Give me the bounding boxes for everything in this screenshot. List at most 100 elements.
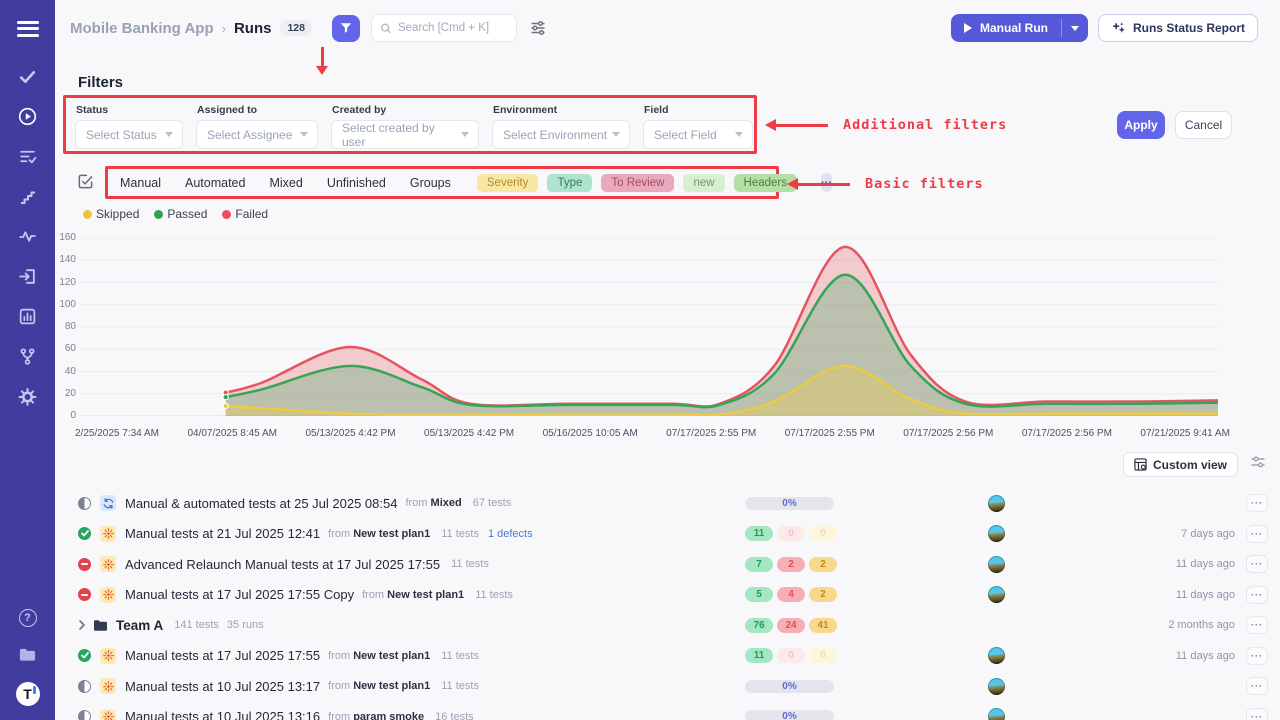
avatar [988, 678, 1005, 695]
chart-x-axis: 2/25/2025 7:34 AM04/07/2025 8:45 AM05/13… [75, 428, 1230, 439]
run-timestamp: 11 days ago [1176, 589, 1235, 601]
filter-funnel-button[interactable] [332, 15, 360, 42]
row-menu-button[interactable]: ··· [1246, 586, 1268, 604]
badge-red-faded: 0 [777, 526, 805, 541]
x-tick-label: 05/16/2025 10:05 AM [543, 428, 638, 439]
row-menu-button[interactable]: ··· [1246, 677, 1268, 695]
run-row[interactable]: Manual tests at 17 Jul 2025 17:55 Copyfr… [55, 580, 1280, 611]
status-select[interactable]: Select Status [75, 120, 183, 149]
manual-run-icon [100, 648, 116, 664]
avatar [988, 556, 1005, 573]
result-badges: 1100 [745, 526, 837, 541]
group-name[interactable]: Team A [116, 618, 163, 633]
row-menu-button[interactable]: ··· [1246, 708, 1268, 720]
environment-select[interactable]: Select Environment [492, 120, 630, 149]
import-icon[interactable] [18, 267, 37, 286]
avatar [988, 495, 1005, 512]
group-row[interactable]: Team A141 tests35 runs7624412 months ago… [55, 610, 1280, 641]
basic-filter-groups[interactable]: Groups [410, 176, 451, 190]
search-box[interactable] [371, 14, 517, 42]
run-name[interactable]: Manual tests at 10 Jul 2025 13:16 [125, 709, 320, 720]
select-placeholder: Select Status [86, 128, 157, 142]
run-row[interactable]: Manual tests at 17 Jul 2025 17:55from Ne… [55, 641, 1280, 672]
row-menu-button[interactable]: ··· [1246, 494, 1268, 512]
x-tick-label: 07/17/2025 2:55 PM [785, 428, 875, 439]
filter-tag-type[interactable]: Type [547, 174, 592, 192]
expand-chevron-icon[interactable] [78, 620, 86, 630]
projects-folder-icon[interactable] [18, 645, 37, 664]
runs-play-icon[interactable] [18, 107, 37, 126]
additional-filters-annotation-box: Status Select Status Assigned to Select … [63, 95, 757, 154]
menu-icon[interactable] [17, 17, 39, 40]
run-name[interactable]: Manual tests at 17 Jul 2025 17:55 Copy [125, 587, 354, 602]
field-select[interactable]: Select Field [643, 120, 753, 149]
apply-button[interactable]: Apply [1117, 111, 1165, 139]
basic-filter-manual[interactable]: Manual [120, 176, 161, 190]
legend-dot [222, 210, 231, 219]
select-runs-icon[interactable] [77, 173, 94, 195]
app-logo[interactable]: T [16, 682, 40, 706]
defects-link[interactable]: 1 defects [488, 528, 533, 540]
run-row[interactable]: Manual & automated tests at 25 Jul 2025 … [55, 488, 1280, 519]
run-row[interactable]: Advanced Relaunch Manual tests at 17 Jul… [55, 549, 1280, 580]
filter-field-environment: Environment Select Environment [492, 103, 630, 151]
breadcrumb-project[interactable]: Mobile Banking App [70, 20, 214, 37]
manual-run-button[interactable]: Manual Run [951, 14, 1088, 42]
x-tick-label: 05/13/2025 4:42 PM [424, 428, 514, 439]
row-menu-button[interactable]: ··· [1246, 555, 1268, 573]
run-timestamp: 11 days ago [1176, 650, 1235, 662]
help-icon[interactable]: ? [19, 609, 37, 627]
row-menu-button[interactable]: ··· [1246, 616, 1268, 634]
settings-gear-icon[interactable] [18, 387, 37, 406]
filter-tag-to-review[interactable]: To Review [601, 174, 674, 192]
basic-filter-unfinished[interactable]: Unfinished [327, 176, 386, 190]
analytics-bar-chart-icon[interactable] [18, 307, 37, 326]
pulse-activity-icon[interactable] [18, 227, 37, 246]
run-name[interactable]: Manual & automated tests at 25 Jul 2025 … [125, 496, 397, 511]
search-input[interactable] [398, 22, 508, 34]
milestones-steps-icon[interactable] [18, 187, 37, 206]
cancel-button[interactable]: Cancel [1175, 111, 1232, 139]
progress-bar: 0% [745, 680, 834, 693]
legend-item-failed[interactable]: Failed [222, 207, 268, 221]
run-name[interactable]: Manual tests at 21 Jul 2025 12:41 [125, 526, 320, 541]
filter-field-created-by: Created by Select created by user [331, 103, 479, 151]
adjustments-sliders-icon[interactable] [530, 20, 546, 36]
run-name[interactable]: Manual tests at 17 Jul 2025 17:55 [125, 648, 320, 663]
avatar [988, 525, 1005, 542]
table-view-icon [1134, 458, 1147, 471]
tests-check-icon[interactable] [18, 67, 37, 86]
filter-tag-severity[interactable]: Severity [477, 174, 539, 192]
badge-green: 76 [745, 618, 773, 633]
result-badges: 1100 [745, 648, 837, 663]
legend-item-passed[interactable]: Passed [154, 207, 207, 221]
badge-red: 2 [777, 557, 805, 572]
created-by-select[interactable]: Select created by user [331, 120, 479, 149]
run-row[interactable]: Manual tests at 10 Jul 2025 13:16from pa… [55, 702, 1280, 720]
run-row[interactable]: Manual tests at 21 Jul 2025 12:41from Ne… [55, 519, 1280, 550]
badge-yellow: 41 [809, 618, 837, 633]
x-tick-label: 07/17/2025 2:56 PM [1022, 428, 1112, 439]
search-icon [380, 22, 392, 35]
branch-pull-request-icon[interactable] [18, 347, 37, 366]
chevron-down-icon [1071, 26, 1079, 31]
view-settings-sliders-icon[interactable] [1250, 455, 1266, 474]
run-source: from New test plan1 [328, 680, 430, 692]
manual-run-dropdown[interactable] [1062, 14, 1088, 42]
chevron-down-icon [735, 132, 743, 137]
run-tests-count: 11 tests [441, 680, 479, 692]
runs-status-report-label: Runs Status Report [1133, 21, 1245, 35]
run-name[interactable]: Advanced Relaunch Manual tests at 17 Jul… [125, 557, 440, 572]
test-plans-icon[interactable] [18, 147, 37, 166]
runs-status-report-button[interactable]: Runs Status Report [1098, 14, 1258, 42]
custom-view-button[interactable]: Custom view [1123, 452, 1238, 477]
basic-filter-automated[interactable]: Automated [185, 176, 245, 190]
legend-item-skipped[interactable]: Skipped [83, 207, 139, 221]
filter-tag-new[interactable]: new [683, 174, 724, 192]
row-menu-button[interactable]: ··· [1246, 525, 1268, 543]
run-row[interactable]: Manual tests at 10 Jul 2025 13:17 from Ne… [55, 671, 1280, 702]
row-menu-button[interactable]: ··· [1246, 647, 1268, 665]
run-name[interactable]: Manual tests at 10 Jul 2025 13:17 [125, 679, 320, 694]
basic-filter-mixed[interactable]: Mixed [269, 176, 302, 190]
assignee-select[interactable]: Select Assignee [196, 120, 318, 149]
